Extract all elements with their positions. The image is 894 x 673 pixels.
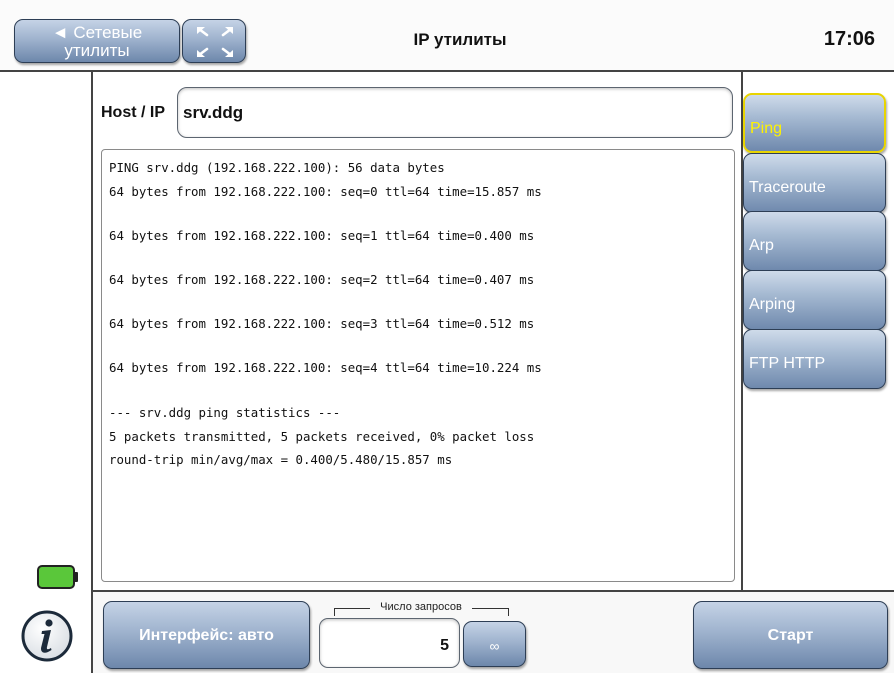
output-line: 64 bytes from 192.168.222.100: seq=2 ttl… <box>109 272 535 287</box>
output-line: round-trip min/avg/max = 0.400/5.480/15.… <box>109 452 453 467</box>
request-count-input[interactable]: 5 <box>319 618 460 668</box>
output-line: 64 bytes from 192.168.222.100: seq=1 ttl… <box>109 228 535 243</box>
clock: 17:06 <box>823 28 875 50</box>
host-input[interactable]: srv.ddg <box>177 87 733 138</box>
back-button[interactable]: ◄ Сетевые утилиты <box>14 19 180 63</box>
ip-utilities-screen: ◄ Сетевые утилиты IP утилиты 17:06 Host … <box>0 0 894 673</box>
header-bar: ◄ Сетевые утилиты IP утилиты 17:06 <box>0 0 894 72</box>
output-line: 5 packets transmitted, 5 packets receive… <box>109 429 535 444</box>
tab-ping[interactable]: Ping <box>743 93 886 153</box>
output-line: --- srv.ddg ping statistics --- <box>109 405 341 420</box>
tab-arp[interactable]: Arp <box>743 211 886 271</box>
expand-arrows-icon <box>197 27 233 57</box>
tab-ftp-http[interactable]: FTP HTTP <box>743 329 886 389</box>
output-line: 64 bytes from 192.168.222.100: seq=0 ttl… <box>109 184 542 199</box>
info-icon[interactable] <box>20 609 74 663</box>
back-button-line1: ◄ Сетевые <box>51 23 143 42</box>
tab-traceroute[interactable]: Traceroute <box>743 153 886 213</box>
battery-icon <box>37 565 78 589</box>
output-line: PING srv.ddg (192.168.222.100): 56 data … <box>109 160 445 175</box>
page-title: IP утилиты <box>413 30 507 49</box>
output-line: 64 bytes from 192.168.222.100: seq=4 ttl… <box>109 360 542 375</box>
output-line: 64 bytes from 192.168.222.100: seq=3 ttl… <box>109 316 535 331</box>
start-button[interactable]: Старт <box>693 601 888 669</box>
host-label: Host / IP <box>101 104 166 121</box>
ping-output-area: PING srv.ddg (192.168.222.100): 56 data … <box>101 149 735 582</box>
interface-button[interactable]: Интерфейс: авто <box>103 601 310 669</box>
fullscreen-button[interactable] <box>182 19 246 63</box>
count-label: Число запросов <box>380 601 462 613</box>
back-arrow-icon: ◄ <box>51 23 69 42</box>
infinity-button[interactable]: ∞ <box>463 621 526 667</box>
tab-arping[interactable]: Arping <box>743 270 886 330</box>
count-legend: Число запросов <box>330 601 512 616</box>
back-button-line2: утилиты <box>64 41 130 60</box>
